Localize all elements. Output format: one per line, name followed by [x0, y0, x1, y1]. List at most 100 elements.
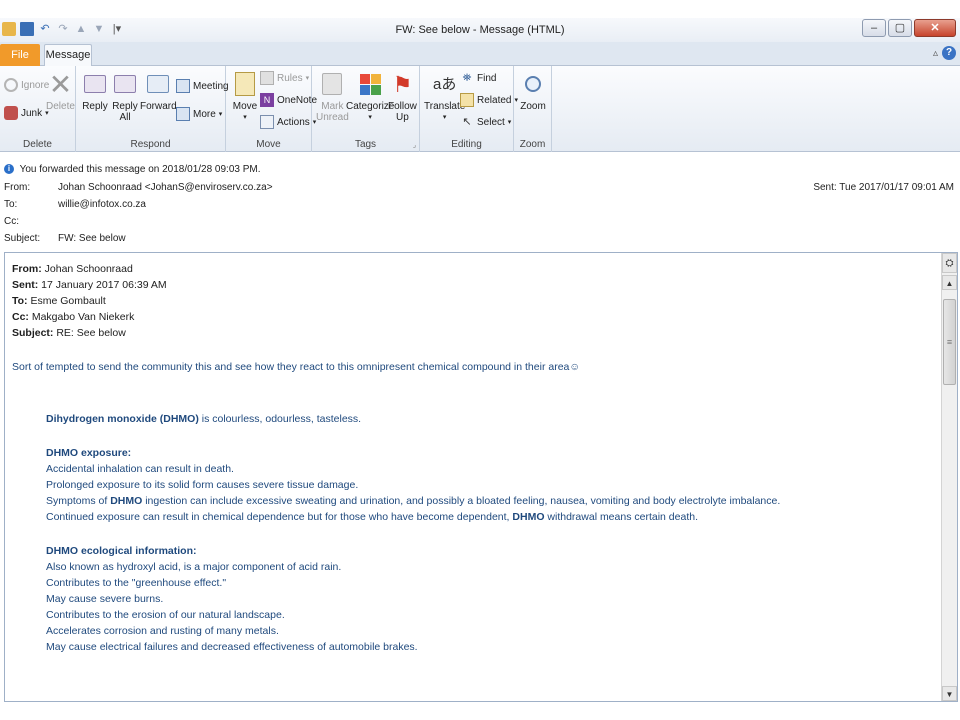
window-title: FW: See below - Message (HTML): [395, 24, 565, 36]
delete-label: Delete: [46, 101, 75, 112]
quoted-cc: Cc: Makgabo Van Niekerk: [12, 309, 937, 325]
reply-all-label-2: All: [119, 112, 131, 123]
binoculars-icon: ⛯: [462, 72, 472, 84]
intro-text: Sort of tempted to send the community th…: [12, 361, 581, 373]
chevron-down-icon: ▾: [305, 75, 310, 82]
reply-all-button[interactable]: Reply All: [112, 70, 138, 123]
delete-button[interactable]: ✕ Delete: [46, 70, 75, 112]
rules-icon: [260, 71, 274, 85]
exposure-line-2: Prolonged exposure to its solid form cau…: [46, 479, 359, 491]
magnifier-icon: [520, 70, 546, 98]
sent-value: Sent: Tue 2017/01/17 09:01 AM: [813, 182, 954, 193]
scroll-thumb[interactable]: ≡: [943, 299, 956, 385]
quoted-cc-value: Makgabo Van Niekerk: [28, 311, 135, 323]
maximize-button[interactable]: ▢: [888, 19, 912, 37]
minimize-ribbon-icon[interactable]: ▵: [933, 48, 938, 59]
forward-label: Forward: [140, 101, 177, 112]
select-button[interactable]: ↖ Select ▾: [460, 115, 511, 129]
onenote-button[interactable]: N OneNote: [260, 93, 317, 107]
scroll-settings-icon[interactable]: ⛭: [942, 253, 957, 273]
meeting-icon: [176, 79, 190, 93]
move-label: Move: [232, 101, 258, 112]
zoom-button[interactable]: Zoom: [520, 70, 546, 112]
more-respond-icon: [176, 107, 190, 121]
reply-all-label-1: Reply: [112, 101, 138, 112]
subject-row: Subject: FW: See below: [0, 231, 960, 247]
eco-line-4: Contributes to the erosion of our natura…: [46, 609, 285, 621]
forward-button[interactable]: Forward: [140, 70, 177, 112]
junk-button[interactable]: Junk ▾: [4, 106, 49, 120]
message-body[interactable]: From: Johan Schoonraad Sent: 17 January …: [4, 252, 958, 702]
meeting-button[interactable]: Meeting: [176, 79, 229, 93]
tab-file[interactable]: File: [0, 44, 40, 66]
from-label: From:: [4, 182, 31, 193]
actions-button[interactable]: Actions ▾: [260, 115, 316, 129]
rules-button[interactable]: Rules ▾: [260, 71, 309, 85]
find-button[interactable]: ⛯ Find: [460, 71, 497, 85]
quoted-subject: Subject: RE: See below: [12, 325, 937, 341]
scroll-down-arrow[interactable]: ▼: [942, 686, 957, 701]
dhmo-definition-rest: is colourless, odourless, tasteless.: [198, 413, 362, 425]
quoted-sent-label: Sent:: [12, 279, 39, 291]
actions-label: Actions: [277, 116, 310, 128]
info-bar[interactable]: i You forwarded this message on 2018/01/…: [4, 162, 261, 178]
subject-label: Subject:: [4, 233, 41, 244]
ignore-button[interactable]: Ignore: [4, 78, 49, 92]
eco-heading: DHMO ecological information:: [12, 543, 937, 559]
quoted-subject-label: Subject:: [12, 327, 54, 339]
chevron-down-icon: ▾: [243, 114, 247, 121]
delete-icon: ✕: [48, 68, 73, 100]
more-button[interactable]: More ▾: [176, 107, 222, 121]
from-value[interactable]: Johan Schoonraad <JohanS@enviroserv.co.z…: [58, 180, 273, 196]
quoted-to: To: Esme Gombault: [12, 293, 937, 309]
mark-unread-icon: [319, 70, 345, 98]
ribbon: Ignore Junk ▾ ✕ Delete Delete Reply Repl…: [0, 66, 960, 152]
subject-value: FW: See below: [58, 233, 126, 244]
find-label: Find: [477, 72, 497, 84]
follow-up-label-2: Up: [396, 112, 409, 123]
help-icon[interactable]: ?: [942, 46, 956, 60]
reply-label: Reply: [82, 101, 108, 112]
eco-line-3: May cause severe burns.: [46, 593, 164, 605]
onenote-icon: N: [260, 93, 274, 107]
tab-message[interactable]: Message: [44, 44, 92, 67]
close-button[interactable]: ✕: [914, 19, 956, 37]
related-button[interactable]: Related ▾: [460, 93, 518, 107]
group-move: Move ▾ Rules ▾ N OneNote Actions ▾ Move: [226, 66, 317, 152]
window-controls: – ▢ ✕: [862, 19, 956, 37]
message-content: From: Johan Schoonraad Sent: 17 January …: [12, 261, 937, 655]
info-text: You forwarded this message on 2018/01/28…: [19, 164, 261, 175]
reply-button[interactable]: Reply: [82, 70, 108, 112]
mark-unread-button[interactable]: Mark Unread: [316, 70, 349, 123]
vertical-scrollbar[interactable]: ⛭ ▲ ≡ ▼: [941, 253, 957, 701]
exposure-line-3-c: ingestion can include excessive sweating…: [142, 495, 781, 507]
zoom-label: Zoom: [520, 101, 546, 112]
minimize-button[interactable]: –: [862, 19, 886, 37]
dhmo-definition-bold: Dihydrogen monoxide (DHMO): [46, 413, 199, 425]
chevron-down-icon: ▾: [368, 114, 372, 121]
follow-up-button[interactable]: ⚑ Follow Up: [388, 70, 417, 123]
quoted-subject-value: RE: See below: [53, 327, 126, 339]
eco-line-2: Contributes to the "greenhouse effect.": [46, 577, 227, 589]
quoted-cc-label: Cc:: [12, 311, 29, 323]
group-editing: aあ Translate ▾ ⛯ Find Related ▾ ↖ Select…: [420, 66, 518, 152]
to-value[interactable]: willie@infotox.co.za: [58, 197, 146, 213]
select-label: Select: [477, 116, 505, 128]
reply-all-icon: [112, 70, 138, 98]
mark-unread-label-2: Unread: [316, 112, 349, 123]
mark-unread-label-1: Mark: [321, 101, 344, 112]
title-bar: ↶ ↷ ▲ ▼ |▾ FW: See below - Message (HTML…: [0, 18, 960, 42]
chevron-down-icon: ▾: [507, 119, 512, 126]
exposure-line-3-a: Symptoms of: [46, 495, 111, 507]
actions-icon: [260, 115, 274, 129]
ribbon-tab-controls: ▵ ?: [933, 46, 956, 60]
quoted-to-label: To:: [12, 295, 28, 307]
move-button[interactable]: Move ▾: [232, 70, 258, 123]
scroll-up-arrow[interactable]: ▲: [942, 275, 957, 290]
ignore-icon: [4, 78, 18, 92]
group-label-tags: Tags: [354, 139, 377, 150]
info-icon: i: [4, 164, 14, 175]
exposure-line-4: Continued exposure can result in chemica…: [12, 509, 937, 525]
quoted-from-label: From:: [12, 263, 42, 275]
group-label-delete: Delete: [23, 139, 52, 150]
